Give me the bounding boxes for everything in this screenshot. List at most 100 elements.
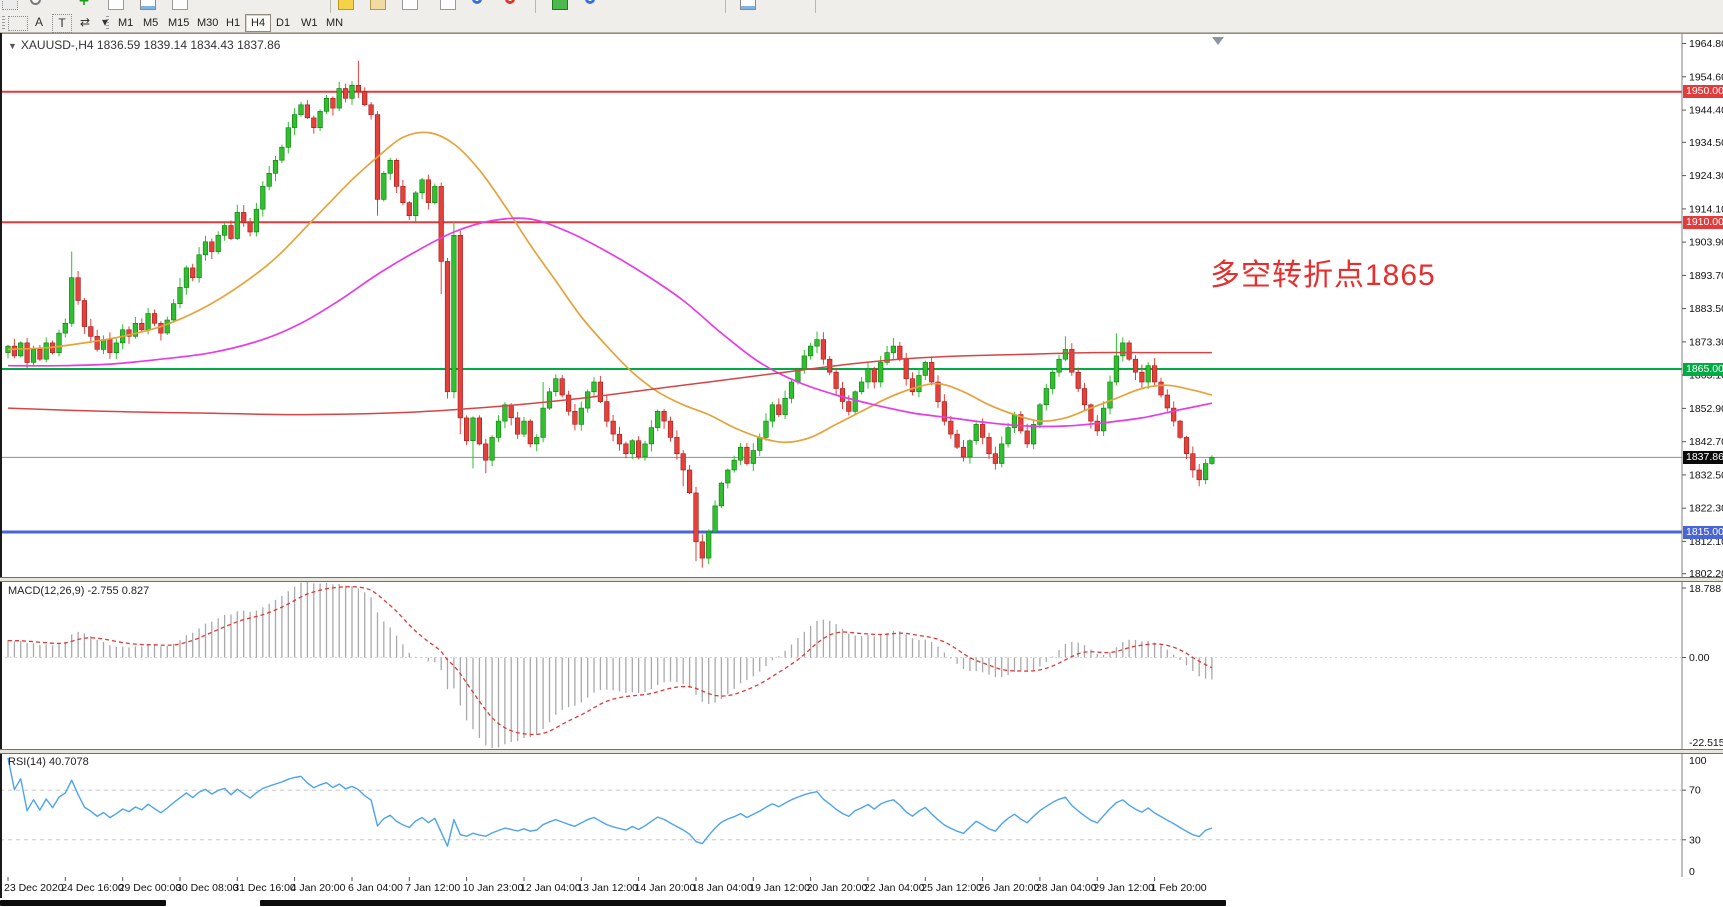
candle-body [1050,372,1055,388]
candle-body [1108,382,1113,408]
rsi-top-border [0,753,1723,754]
candle-body [509,405,514,418]
candle-body [929,362,934,382]
candle-body [936,382,941,402]
candle-body [745,447,750,463]
candle-body [108,340,113,353]
price-tick-label: 1903.90 [1689,237,1723,249]
candle-body [1031,424,1036,444]
chart-canvas[interactable]: 1964.801954.601944.401934.501924.301914.… [0,0,1723,907]
candle-body [69,278,74,324]
candle-body [401,186,406,202]
candle-body [751,451,756,464]
candle-body [662,411,667,421]
symbol-dropdown-icon[interactable]: ▼ [8,41,17,51]
candle-body [369,105,374,115]
candle-body [719,483,724,506]
level-badge-1865.00: 1865.00 [1683,363,1723,376]
candle-body [407,203,412,216]
candle-body [585,392,590,408]
time-tick-label: 22 Jan 04:00 [864,882,925,894]
taskbar-segment[interactable] [260,900,1226,906]
candle-body [955,434,960,447]
time-tick-label: 7 Jan 12:00 [405,882,460,894]
candle-body [866,369,871,382]
candle-body [961,447,966,457]
macd-indicator-label: MACD(12,26,9) -2.755 0.827 [8,585,149,597]
candle-body [114,343,119,353]
candle-body [738,447,743,460]
chart-shift-marker-icon[interactable] [1212,37,1224,45]
candle-body [732,460,737,470]
candle-body [1082,389,1087,405]
candle-body [362,92,367,105]
candle-body [891,346,896,353]
price-tick-label: 1914.10 [1689,203,1723,215]
ma-slow-line [8,353,1212,415]
candle-body [318,111,323,127]
macd-axis-min: -22.515 [1689,737,1723,749]
rsi-axis-30: 30 [1689,834,1701,846]
time-tick-label: 4 Jan 20:00 [291,882,346,894]
taskbar-segment[interactable] [0,900,166,906]
candle-body [560,379,565,395]
price-tick-label: 1954.60 [1689,71,1723,83]
candle-body [1063,349,1068,359]
candle-body [566,395,571,411]
candle-body [987,437,992,453]
time-tick-label: 31 Dec 16:00 [233,882,296,894]
candle-body [904,359,909,379]
candle-body [503,405,508,421]
candle-body [216,235,221,251]
candle-body [853,392,858,412]
candle-body [980,424,985,437]
rsi-line [8,758,1212,846]
candle-body [630,441,635,454]
candle-body [248,222,253,232]
candle-body [1114,356,1119,382]
rsi-axis-70: 70 [1689,785,1701,797]
candle-body [490,437,495,460]
price-tick-label: 1893.70 [1689,270,1723,282]
candle-body [713,506,718,532]
candle-body [171,304,176,320]
candle-body [190,268,195,278]
candle-body [1133,359,1138,372]
candle-body [471,418,476,441]
price-tick-label: 1944.40 [1689,105,1723,117]
candle-body [687,470,692,493]
candle-body [624,444,629,454]
candle-body [668,421,673,437]
candle-body [547,392,552,408]
candle-body [280,147,285,160]
candle-body [82,301,87,327]
chart-annotation-text: 多空转折点1865 [1210,250,1436,294]
candle-body [694,493,699,542]
candle-body [528,421,533,444]
symbol-title[interactable]: ▼XAUUSD-,H4 1836.59 1839.14 1834.43 1837… [8,38,280,52]
candle-body [1152,366,1157,382]
candle-body [343,89,348,99]
candle-body [579,408,584,424]
price-tick-label: 1822.30 [1689,503,1723,515]
candle-body [859,382,864,392]
time-tick-label: 29 Dec 00:00 [119,882,182,894]
candle-body [923,362,928,375]
candle-body [159,323,164,333]
candle-body [184,268,189,288]
candle-body [299,105,304,115]
price-tick-label: 1852.90 [1689,403,1723,415]
candle-body [541,408,546,437]
taskbar-strip[interactable] [0,898,1723,907]
candle-body [350,85,355,98]
candle-body [464,418,469,441]
candle-body [917,376,922,392]
candle-body [1076,372,1081,388]
candle-body [592,382,597,392]
candle-body [681,454,686,470]
candle-body [235,212,240,238]
candle-body [522,421,527,434]
candle-body [273,160,278,173]
candle-body [254,209,259,232]
candle-body [840,389,845,402]
